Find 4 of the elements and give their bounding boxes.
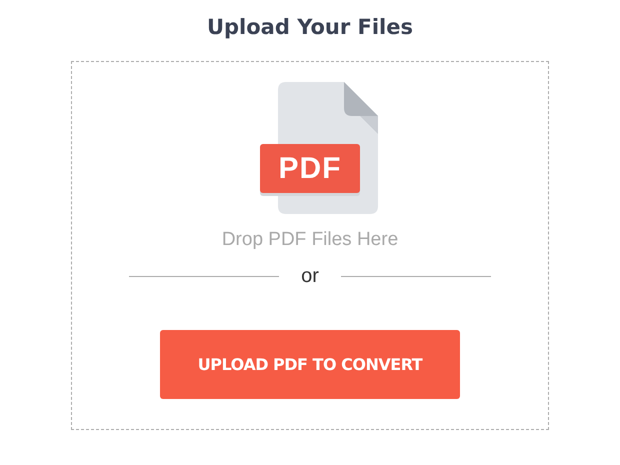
page-title: Upload Your Files bbox=[206, 14, 414, 41]
separator-label: or bbox=[301, 264, 319, 288]
drop-hint: Drop PDF Files Here bbox=[222, 228, 398, 252]
drop-zone[interactable]: PDF Drop PDF Files Here or UPLOAD PDF TO CONVERT bbox=[71, 61, 549, 430]
